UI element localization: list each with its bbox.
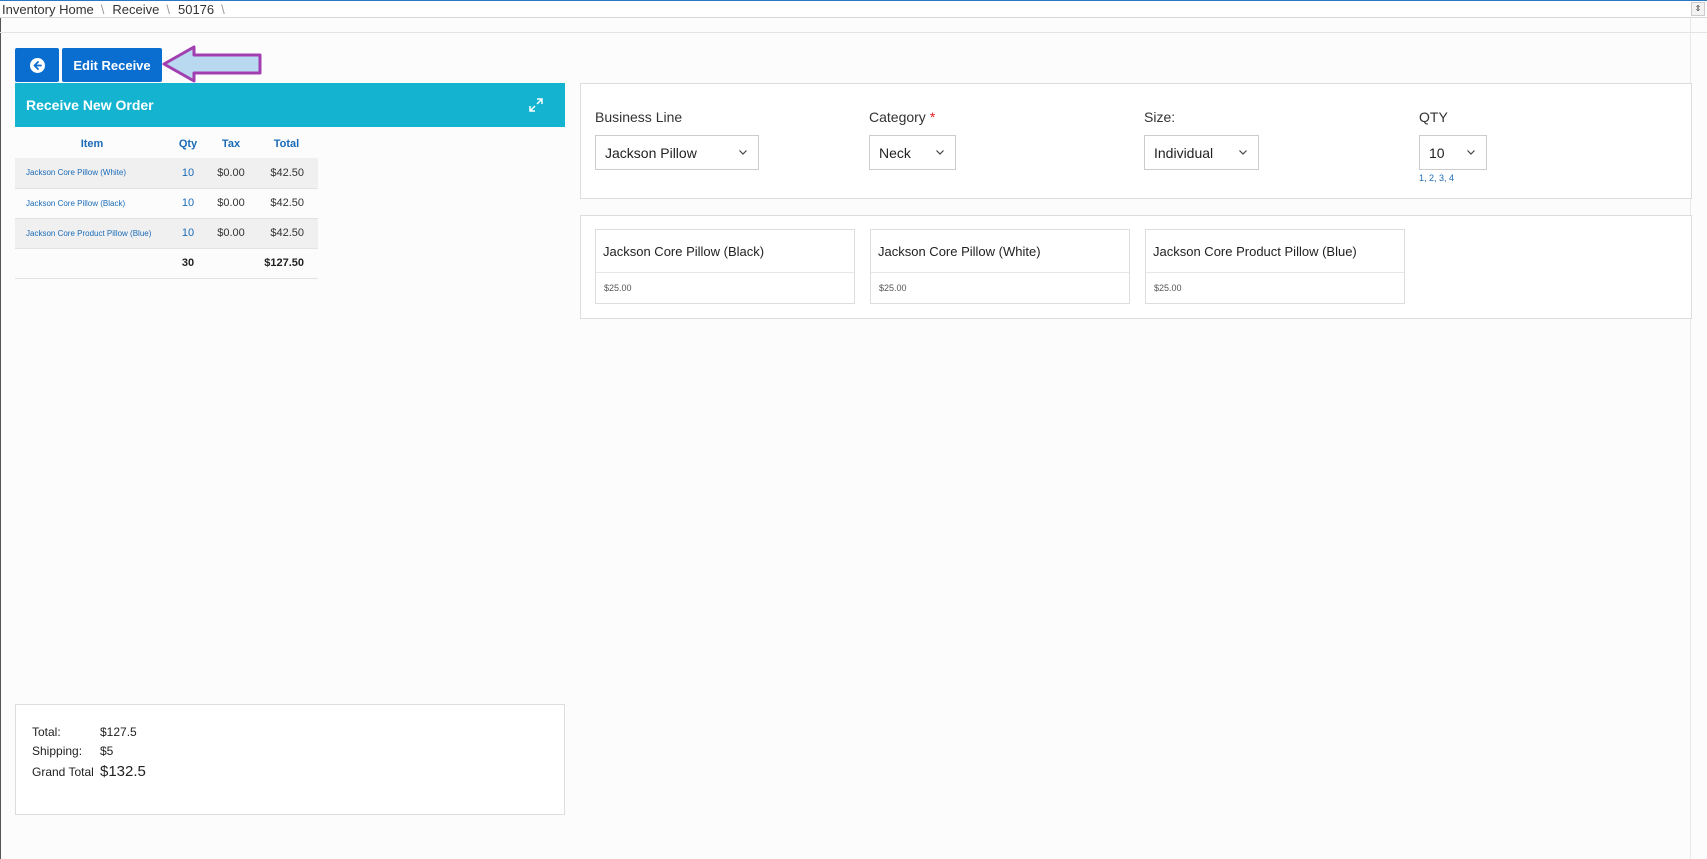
category-select[interactable]: Neck (869, 135, 956, 170)
business-line-value: Jackson Pillow (605, 144, 697, 161)
breadcrumb-label[interactable]: Receive (112, 2, 159, 17)
summary-grand-value: $132.5 (100, 763, 146, 780)
product-name: Jackson Core Pillow (White) (871, 230, 1129, 273)
breadcrumb-label[interactable]: Inventory Home (2, 2, 94, 17)
category-field: Category * (869, 109, 935, 129)
breadcrumb: Inventory Home \ Receive \ 50176 \ ⇕ (0, 0, 1707, 18)
breadcrumb-item-id[interactable]: 50176 \ (178, 2, 233, 17)
product-price: $25.00 (879, 283, 907, 293)
product-card[interactable]: Jackson Core Product Pillow (Blue) $25.0… (1145, 229, 1405, 304)
breadcrumb-separator: \ (166, 1, 170, 17)
summary-shipping-row: Shipping: $5 (32, 744, 548, 763)
table-row[interactable]: Jackson Core Pillow (Black) 10 $0.00 $42… (15, 188, 318, 219)
summary-grand-row: Grand Total $132.5 (32, 763, 548, 782)
sum-spacer (207, 248, 255, 279)
item-tax: $0.00 (207, 218, 255, 249)
window-left-border (0, 0, 1, 859)
order-items-table: Item Qty Tax Total Jackson Core Pillow (… (15, 130, 318, 279)
item-name-link[interactable]: Jackson Core Pillow (White) (15, 158, 169, 189)
summary-grand-label: Grand Total (32, 765, 94, 779)
item-tax: $0.00 (207, 188, 255, 219)
sum-total: $127.50 (255, 248, 318, 279)
summary-shipping-value: $5 (100, 744, 114, 758)
qty-field: QTY (1419, 109, 1448, 129)
breadcrumb-separator: \ (221, 1, 225, 17)
item-total: $42.50 (255, 158, 318, 189)
category-label-text: Category (869, 109, 926, 125)
summary-total-row: Total: $127.5 (32, 725, 548, 744)
size-value: Individual (1154, 144, 1214, 161)
size-field: Size: (1144, 109, 1175, 129)
column-header-tax[interactable]: Tax (207, 130, 255, 158)
category-value: Neck (879, 144, 911, 161)
chevron-down-icon (1239, 150, 1247, 155)
order-panel-title: Receive New Order (26, 97, 154, 113)
back-arrow-icon (29, 57, 45, 73)
order-summary: Total: $127.5 Shipping: $5 Grand Total $… (15, 704, 565, 815)
product-price: $25.00 (1154, 283, 1182, 293)
qty-quick-options[interactable]: 1, 2, 3, 4 (1419, 173, 1454, 183)
product-card[interactable]: Jackson Core Pillow (Black) $25.00 (595, 229, 855, 304)
expand-icon[interactable] (527, 96, 545, 114)
breadcrumb-label[interactable]: 50176 (178, 2, 214, 17)
breadcrumb-separator: \ (100, 1, 105, 17)
item-qty-link[interactable]: 10 (169, 218, 207, 249)
column-header-total[interactable]: Total (255, 130, 318, 158)
table-row[interactable]: Jackson Core Pillow (White) 10 $0.00 $42… (15, 158, 318, 189)
business-line-label: Business Line (595, 109, 683, 125)
summary-total-label: Total: (32, 725, 61, 739)
annotation-arrow (162, 45, 262, 83)
sum-spacer (15, 248, 169, 279)
item-name-link[interactable]: Jackson Core Product Pillow (Blue) (15, 218, 169, 249)
breadcrumb-item-home[interactable]: Inventory Home \ (2, 2, 112, 17)
size-label: Size: (1144, 109, 1176, 125)
sum-qty: 30 (169, 248, 207, 279)
table-header-row: Item Qty Tax Total (15, 130, 318, 158)
column-header-item[interactable]: Item (15, 130, 169, 158)
qty-value: 10 (1429, 144, 1445, 161)
breadcrumb-item-receive[interactable]: Receive \ (112, 2, 178, 17)
product-name: Jackson Core Product Pillow (Blue) (1146, 230, 1404, 273)
table-row[interactable]: Jackson Core Product Pillow (Blue) 10 $0… (15, 218, 318, 249)
item-name-link[interactable]: Jackson Core Pillow (Black) (15, 188, 169, 219)
filter-panel: Business Line Jackson Pillow Category * N… (580, 83, 1692, 199)
item-total: $42.50 (255, 218, 318, 249)
item-tax: $0.00 (207, 158, 255, 189)
summary-shipping-label: Shipping: (32, 744, 83, 758)
product-price: $25.00 (604, 283, 632, 293)
product-card[interactable]: Jackson Core Pillow (White) $25.00 (870, 229, 1130, 304)
edit-receive-button[interactable]: Edit Receive (62, 48, 162, 82)
qty-select[interactable]: 10 (1419, 135, 1487, 170)
item-total: $42.50 (255, 188, 318, 219)
required-mark: * (929, 109, 936, 125)
table-sum-row: 30 $127.50 (15, 248, 318, 279)
chevron-down-icon (936, 150, 944, 155)
item-qty-link[interactable]: 10 (169, 158, 207, 189)
order-panel-header: Receive New Order (15, 83, 565, 127)
item-qty-link[interactable]: 10 (169, 188, 207, 219)
column-header-qty[interactable]: Qty (169, 130, 207, 158)
category-label: Category * (869, 109, 935, 129)
divider (0, 32, 1707, 33)
chevron-down-icon (1467, 150, 1475, 155)
business-line-select[interactable]: Jackson Pillow (595, 135, 759, 170)
qty-label: QTY (1419, 109, 1448, 125)
summary-total-value: $127.5 (100, 725, 137, 739)
chevron-down-icon (739, 150, 747, 155)
size-select[interactable]: Individual (1144, 135, 1259, 170)
product-grid: Jackson Core Pillow (Black) $25.00 Jacks… (580, 215, 1692, 319)
back-button[interactable] (15, 48, 59, 82)
business-line-field: Business Line (595, 109, 682, 129)
product-name: Jackson Core Pillow (Black) (596, 230, 854, 273)
scroll-up-down-icon[interactable]: ⇕ (1691, 2, 1705, 16)
